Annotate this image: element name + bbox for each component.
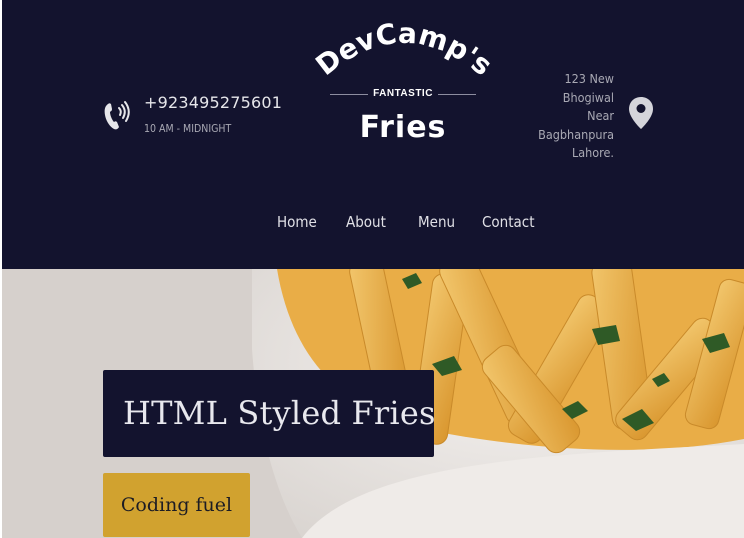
nav-item-contact[interactable]: Contact xyxy=(482,213,535,231)
hero-section: HTML Styled Fries Coding fuel xyxy=(2,269,744,538)
logo-name: Fries xyxy=(359,110,447,145)
address-line: Bhogiwal xyxy=(562,89,614,105)
address-line: Lahore. xyxy=(572,145,614,160)
hero-title: HTML Styled Fries xyxy=(123,394,436,432)
coding-fuel-button[interactable]: Coding fuel xyxy=(103,473,250,537)
opening-hours: 10 AM - MIDNIGHT xyxy=(144,123,232,135)
phone-number[interactable]: +923495275601 xyxy=(144,93,282,112)
main-nav: Home About Menu Contact xyxy=(2,213,744,237)
nav-item-about[interactable]: About xyxy=(346,213,386,231)
address-line: 123 New xyxy=(564,71,614,86)
location-pin-icon xyxy=(629,97,653,129)
logo-arc: DevCamp's xyxy=(310,17,496,83)
address: 123 New Bhogiwal Near Bagbhanpura Lahore… xyxy=(528,70,614,163)
logo-arc-text: DevCamp's xyxy=(310,17,496,83)
nav-item-home[interactable]: Home xyxy=(277,213,317,231)
logo-divider-right xyxy=(438,94,476,95)
nav-item-menu[interactable]: Menu xyxy=(418,213,455,231)
site-header: +923495275601 10 AM - MIDNIGHT DevCamp's… xyxy=(2,0,744,269)
phone-icon xyxy=(104,101,130,130)
site-logo[interactable]: DevCamp's FANTASTIC Fries xyxy=(310,14,496,154)
address-line: Bagbhanpura xyxy=(538,126,614,142)
address-line: Near xyxy=(587,108,614,123)
phone-contact: +923495275601 10 AM - MIDNIGHT xyxy=(102,90,302,140)
hero-title-box: HTML Styled Fries xyxy=(103,370,436,457)
